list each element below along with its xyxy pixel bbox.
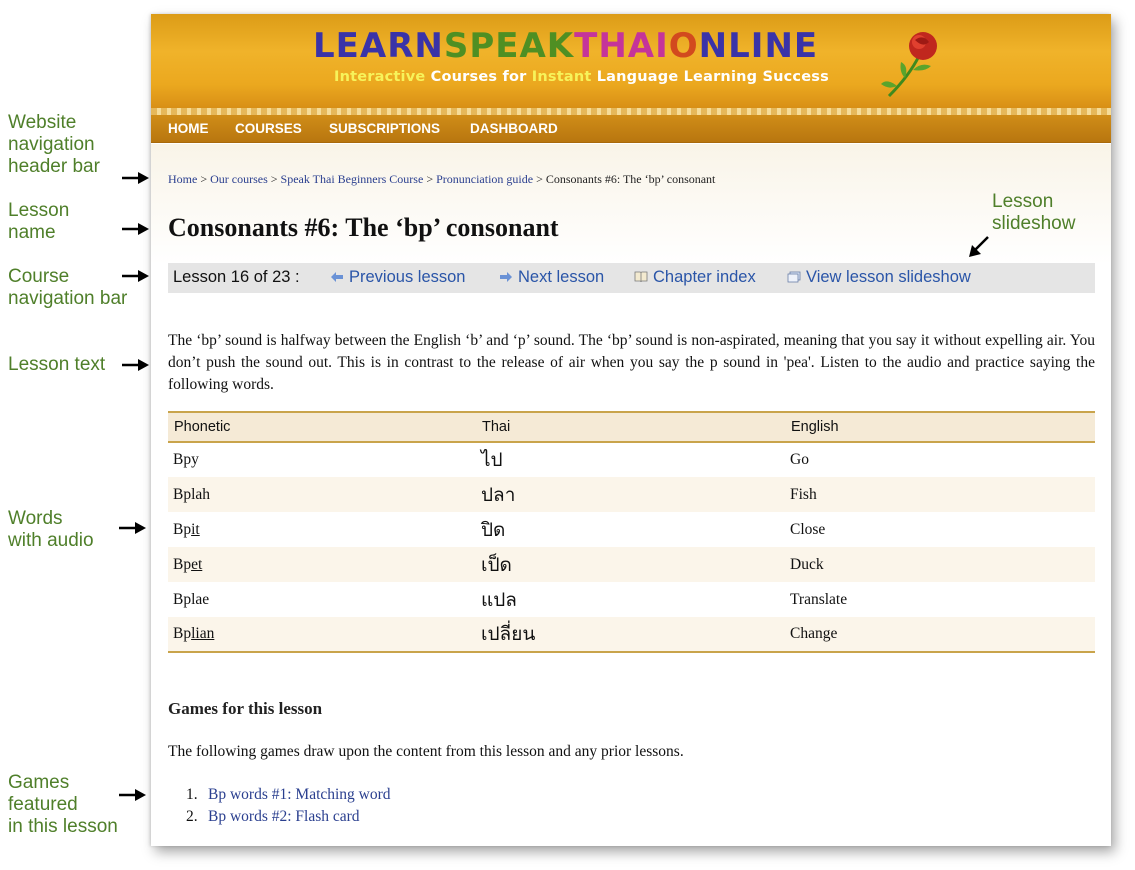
nav-subscriptions[interactable]: SUBSCRIPTIONS: [329, 121, 440, 136]
game-link-flash-card[interactable]: Bp words #2: Flash card: [208, 808, 360, 825]
thai-cell: แปล: [481, 588, 517, 611]
english-cell: Duck: [785, 547, 1095, 582]
table-row[interactable]: Bpet เป็ด Duck: [168, 547, 1095, 582]
book-icon: [634, 271, 648, 283]
phonetic-cell: Bpit: [173, 520, 200, 538]
list-item: 2. Bp words #2: Flash card: [186, 808, 360, 825]
site-logo[interactable]: LEARNSPEAKTHAIONLINE: [313, 26, 818, 66]
phonetic-cell: Bplae: [173, 590, 210, 608]
nav-courses[interactable]: COURSES: [235, 121, 302, 136]
view-slideshow-link[interactable]: View lesson slideshow: [787, 268, 971, 287]
lesson-counter: Lesson 16 of 23 :: [173, 268, 300, 286]
rose-icon: [881, 32, 937, 98]
arrow-icon: [119, 788, 147, 802]
annotation-course-navigation: Course navigation bar: [8, 266, 128, 309]
games-heading: Games for this lesson: [168, 699, 323, 718]
breadcrumb-home[interactable]: Home: [168, 172, 197, 186]
arrow-right-icon: [500, 272, 512, 282]
column-header-thai: Thai: [476, 411, 785, 443]
previous-lesson-link[interactable]: Previous lesson: [330, 268, 465, 287]
site-tagline: Interactive Courses for Instant Language…: [334, 69, 829, 85]
arrow-icon: [122, 358, 150, 372]
annotation-games: Games featured in this lesson: [8, 772, 118, 837]
nav-home[interactable]: HOME: [168, 121, 209, 136]
webpage: LEARNSPEAKTHAIONLINE Interactive Courses…: [151, 14, 1111, 846]
site-navigation: HOME COURSES SUBSCRIPTIONS DASHBOARD: [151, 115, 1111, 143]
table-row[interactable]: Bpit ปิด Close: [168, 512, 1095, 547]
arrow-icon: [966, 234, 992, 260]
breadcrumb-current: Consonants #6: The ‘bp’ consonant: [545, 172, 716, 186]
course-navigation-bar: Lesson 16 of 23 : Previous lesson Next l…: [168, 263, 1095, 293]
thai-cell: เปลี่ยน: [476, 617, 785, 653]
lesson-title: Consonants #6: The ‘bp’ consonant: [168, 213, 559, 242]
annotation-header-bar: Website navigation header bar: [8, 112, 100, 177]
english-cell: Close: [790, 520, 826, 538]
breadcrumb-our-courses[interactable]: Our courses: [210, 172, 268, 186]
annotation-words-audio: Words with audio: [8, 508, 94, 551]
game-link-matching-word[interactable]: Bp words #1: Matching word: [208, 786, 391, 803]
column-header-phonetic: Phonetic: [168, 411, 476, 443]
arrow-left-icon: [331, 272, 343, 282]
annotation-lesson-text: Lesson text: [8, 354, 106, 375]
phonetic-cell: Bpet: [168, 547, 476, 582]
arrow-icon: [119, 521, 147, 535]
phonetic-cell: Bplian: [168, 617, 476, 653]
column-header-english: English: [785, 411, 1095, 443]
slideshow-icon: [787, 271, 801, 283]
games-list: 1. Bp words #1: Matching word 2. Bp words …: [186, 784, 391, 828]
arrow-icon: [122, 171, 150, 185]
nav-dashboard[interactable]: DASHBOARD: [470, 121, 558, 136]
lesson-text: The ‘bp’ sound is halfway between the En…: [168, 332, 1095, 393]
table-row[interactable]: Bplian เปลี่ยน Change: [168, 617, 1095, 653]
list-item: 1. Bp words #1: Matching word: [186, 786, 391, 803]
breadcrumb-beginners-course[interactable]: Speak Thai Beginners Course: [281, 172, 424, 186]
breadcrumb: Home > Our courses > Speak Thai Beginner…: [168, 172, 716, 186]
english-cell: Translate: [790, 590, 848, 608]
arrow-icon: [122, 222, 150, 236]
chapter-index-link[interactable]: Chapter index: [634, 268, 756, 287]
table-row[interactable]: Bplah ปลา Fish: [168, 477, 1095, 512]
table-row[interactable]: Bpy ไป Go: [168, 442, 1095, 477]
next-lesson-link[interactable]: Next lesson: [499, 268, 604, 287]
arrow-icon: [122, 269, 150, 283]
banner-divider: [151, 108, 1111, 115]
annotation-slideshow: Lesson slideshow: [992, 191, 1076, 234]
english-cell: Go: [790, 451, 809, 468]
thai-cell: ไป: [481, 449, 503, 471]
thai-cell: ปลา: [476, 477, 785, 512]
site-banner: LEARNSPEAKTHAIONLINE Interactive Courses…: [151, 14, 1111, 108]
annotation-lesson-name: Lesson name: [8, 200, 70, 243]
thai-cell: เป็ด: [476, 547, 785, 582]
english-cell: Change: [785, 617, 1095, 653]
english-cell: Fish: [785, 477, 1095, 512]
games-intro: The following games draw upon the conten…: [168, 743, 684, 760]
thai-cell: ปิด: [481, 518, 506, 541]
phonetic-cell: Bpy: [173, 451, 199, 468]
breadcrumb-pronunciation-guide[interactable]: Pronunciation guide: [436, 172, 533, 186]
table-row[interactable]: Bplae แปล Translate: [168, 582, 1095, 617]
phonetic-cell: Bplah: [168, 477, 476, 512]
word-table: Phonetic Thai English Bpy ไป Go Bplah ปล…: [168, 411, 1095, 653]
